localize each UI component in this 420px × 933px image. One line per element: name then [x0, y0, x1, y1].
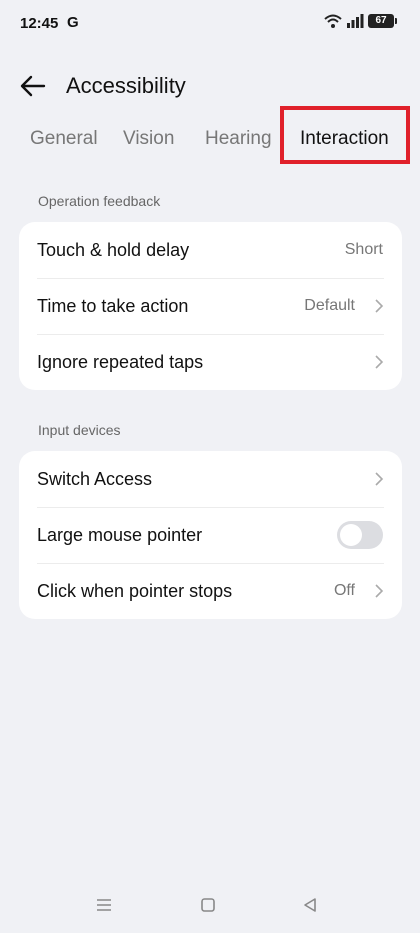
- chevron-right-icon: [375, 299, 384, 313]
- row-label: Click when pointer stops: [37, 580, 233, 601]
- status-bar: 12:45 G 67: [0, 0, 420, 48]
- row-click-when-pointer-stops[interactable]: Click when pointer stops Off: [19, 563, 402, 619]
- chevron-right-icon: [375, 584, 384, 598]
- row-label: Large mouse pointer: [37, 524, 203, 545]
- row-time-to-take-action[interactable]: Time to take action Default: [19, 278, 402, 334]
- toggle-knob: [340, 524, 362, 546]
- row-label: Switch Access: [37, 468, 153, 489]
- home-icon[interactable]: [200, 897, 216, 913]
- google-icon: G: [67, 14, 79, 31]
- tab-interaction[interactable]: Interaction: [300, 128, 389, 150]
- row-value: Short: [344, 241, 383, 258]
- row-large-mouse-pointer[interactable]: Large mouse pointer: [19, 507, 402, 563]
- section-label-operation-feedback: Operation feedback: [38, 193, 161, 209]
- chevron-right-icon: [375, 472, 384, 486]
- wifi-icon: [324, 14, 342, 28]
- status-icons: 67: [324, 14, 397, 28]
- row-ignore-repeated-taps[interactable]: Ignore repeated taps: [19, 334, 402, 390]
- screen: 12:45 G 67 Accessibility General Vision …: [0, 0, 420, 933]
- row-value: Off: [333, 582, 355, 599]
- chevron-right-icon: [375, 355, 384, 369]
- input-devices-card: Switch Access Large mouse pointer Click …: [19, 451, 402, 619]
- row-value: Default: [304, 297, 355, 314]
- tab-general[interactable]: General: [30, 128, 98, 150]
- section-label-input-devices: Input devices: [38, 422, 121, 438]
- row-label: Touch & hold delay: [37, 239, 190, 260]
- back-triangle-icon[interactable]: [302, 897, 318, 913]
- tab-vision[interactable]: Vision: [123, 128, 174, 150]
- menu-icon[interactable]: [95, 897, 113, 913]
- row-label: Time to take action: [37, 295, 189, 316]
- operation-feedback-card: Touch & hold delay Short Time to take ac…: [19, 222, 402, 390]
- back-arrow-icon[interactable]: [20, 75, 46, 97]
- row-touch-hold-delay[interactable]: Touch & hold delay Short: [19, 222, 402, 278]
- status-time: 12:45: [20, 15, 59, 32]
- tab-hearing[interactable]: Hearing: [205, 128, 272, 150]
- row-label: Ignore repeated taps: [37, 351, 204, 372]
- row-switch-access[interactable]: Switch Access: [19, 451, 402, 507]
- tab-bar: General Vision Hearing Interaction: [0, 106, 420, 164]
- battery-icon: 67: [368, 14, 397, 28]
- signal-icon: [347, 14, 364, 28]
- large-mouse-pointer-toggle[interactable]: [337, 521, 383, 549]
- navigation-bar: [0, 883, 420, 933]
- page-title: Accessibility: [66, 73, 186, 98]
